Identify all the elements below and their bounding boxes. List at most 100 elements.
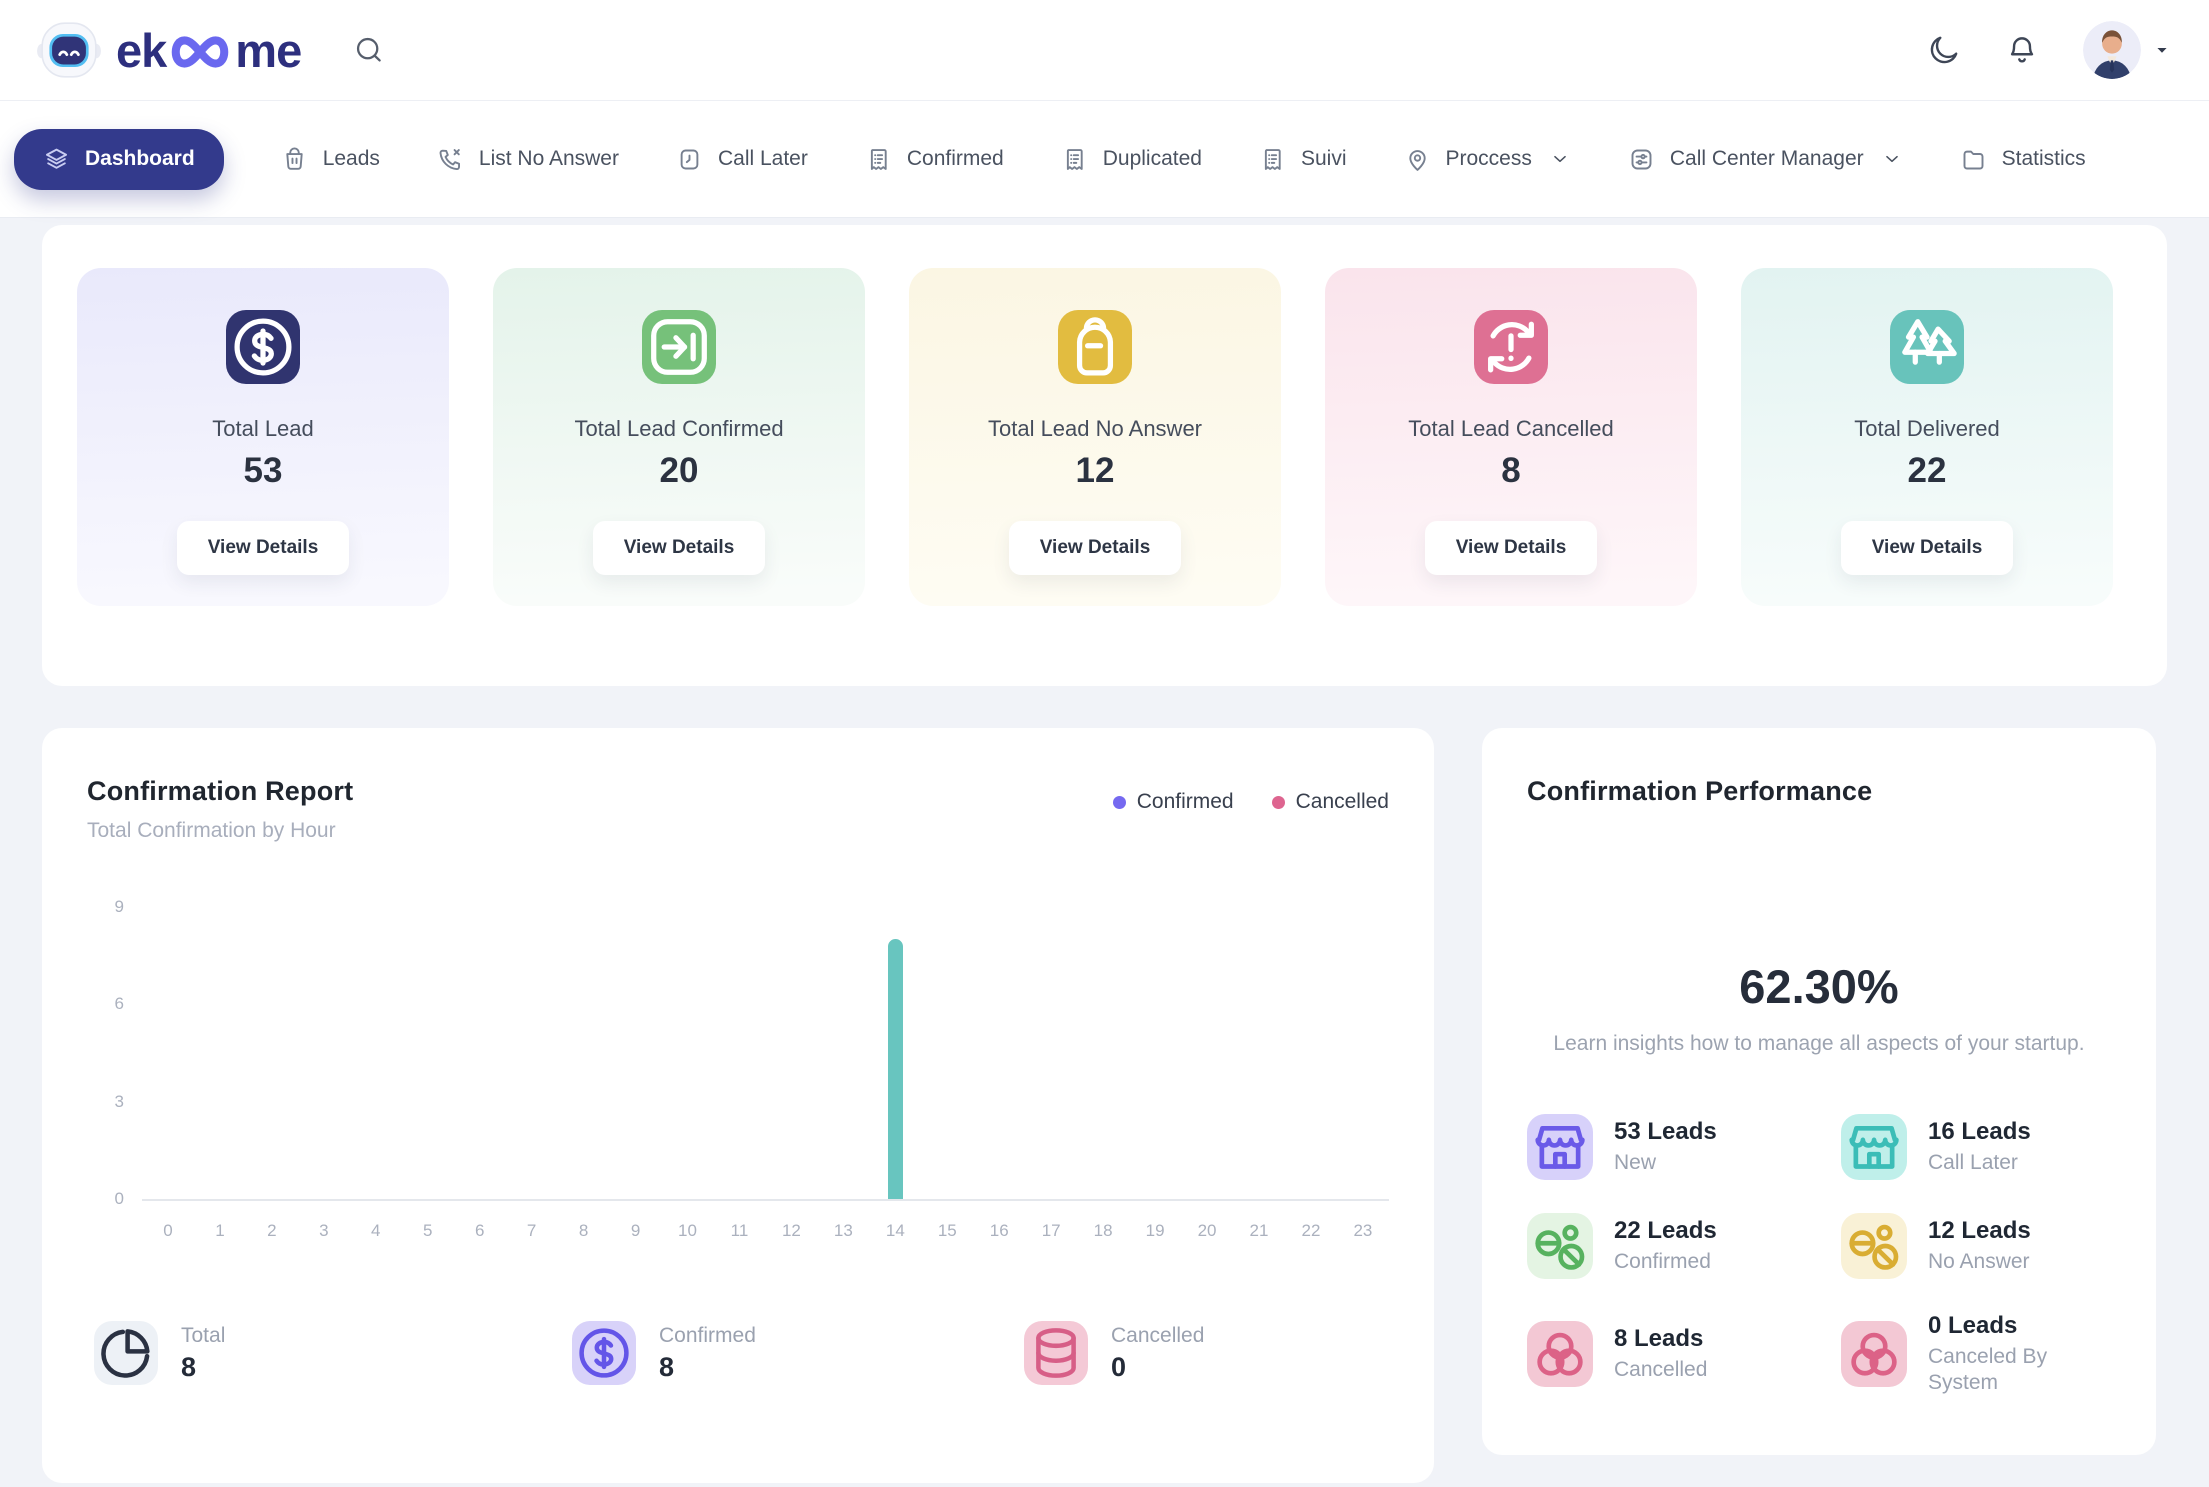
lead-status: Confirmed [1614,1249,1717,1275]
nav-item-label: Leads [323,147,380,171]
x-tick-label: 20 [1181,1221,1233,1241]
lead-count: 0 Leads [1928,1312,2078,1340]
performance-description: Learn insights how to manage all aspects… [1527,1032,2111,1056]
receipt-icon [865,146,892,173]
stat-card-value: 20 [493,451,865,491]
view-details-button[interactable]: View Details [1425,521,1598,575]
receipt-icon [1259,146,1286,173]
y-tick-label: 9 [115,897,124,917]
view-details-button[interactable]: View Details [593,521,766,575]
legend-dot-icon [1272,796,1285,809]
chart-slot [662,907,714,1199]
chart-slot [1233,907,1285,1199]
nav-item-statistics[interactable]: Statistics [1960,146,2086,173]
report-footer-stat-total: Total8 [94,1321,572,1385]
pills-icon [1527,1213,1593,1279]
legend-item-confirmed[interactable]: Confirmed [1113,790,1234,814]
search-icon [353,34,385,66]
lead-status: No Answer [1928,1249,2031,1275]
legend-label: Cancelled [1296,790,1389,814]
view-details-button[interactable]: View Details [1841,521,2014,575]
stat-card-title: Total Lead [77,416,449,442]
nav-item-dashboard[interactable]: Dashboard [14,129,224,190]
infinity-icon [163,30,237,74]
sliders-icon [1628,146,1655,173]
lead-count: 16 Leads [1928,1118,2031,1146]
lead-status: Cancelled [1614,1357,1707,1383]
chart-legend: Confirmed Cancelled [1113,790,1389,814]
lead-summary-item: 12 LeadsNo Answer [1841,1213,2111,1279]
lead-count: 22 Leads [1614,1217,1717,1245]
x-tick-label: 9 [610,1221,662,1241]
robot-logo-icon [36,17,102,83]
x-tick-label: 6 [454,1221,506,1241]
x-tick-label: 23 [1337,1221,1389,1241]
nav-item-label: Suivi [1301,147,1347,171]
notifications-button[interactable] [2005,33,2039,67]
view-details-button[interactable]: View Details [1009,521,1182,575]
stat-card-value: 8 [1325,451,1697,491]
sync-alert-icon [1474,310,1548,384]
stat-label: Confirmed [659,1324,756,1348]
chart-slot [1285,907,1337,1199]
chevron-down-icon [1549,148,1571,170]
stat-value: 8 [181,1352,225,1383]
nav-item-label: Proccess [1446,147,1532,171]
performance-title: Confirmation Performance [1527,776,2111,807]
chart-slot [1181,907,1233,1199]
nav-item-suivi[interactable]: Suivi [1259,146,1347,173]
view-details-button[interactable]: View Details [177,521,350,575]
nav-item-call-center-manager[interactable]: Call Center Manager [1628,146,1903,173]
y-tick-label: 0 [115,1189,124,1209]
pin-icon [1404,146,1431,173]
theme-toggle-button[interactable] [1927,33,1961,67]
chart-slot [454,907,506,1199]
chart-slot [402,907,454,1199]
backpack-icon [1058,310,1132,384]
nav-item-label: Statistics [2002,147,2086,171]
bell-icon [2005,33,2039,67]
stat-value: 0 [1111,1352,1204,1383]
nav-item-call-later[interactable]: Call Later [676,146,808,173]
x-tick-label: 2 [246,1221,298,1241]
clock-icon [676,146,703,173]
x-tick-label: 3 [298,1221,350,1241]
circles-icon [1527,1321,1593,1387]
x-tick-label: 5 [402,1221,454,1241]
nav-item-leads[interactable]: Leads [281,146,380,173]
brand-logo[interactable]: ekme [36,17,301,83]
search-button[interactable] [353,34,385,66]
x-tick-label: 16 [973,1221,1025,1241]
user-menu-button[interactable] [2083,21,2173,79]
dollar-circle-icon [226,310,300,384]
nav-item-proccess[interactable]: Proccess [1404,146,1571,173]
nav-item-duplicated[interactable]: Duplicated [1061,146,1202,173]
y-tick-label: 3 [115,1092,124,1112]
bar-chart: 0369 [87,907,1389,1201]
report-footer-stats: Total8 Confirmed 8 Cancelled 0 [87,1321,1389,1385]
x-tick-label: 22 [1285,1221,1337,1241]
nav-item-confirmed[interactable]: Confirmed [865,146,1004,173]
stat-card-title: Total Delivered [1741,416,2113,442]
chart-slot [1129,907,1181,1199]
main-content: Total Lead53View DetailsTotal Lead Confi… [0,225,2209,1483]
stat-card-title: Total Lead Cancelled [1325,416,1697,442]
nav-item-list-no-answer[interactable]: List No Answer [437,146,619,173]
legend-item-cancelled[interactable]: Cancelled [1272,790,1389,814]
chart-slot [246,907,298,1199]
chevron-down-icon [1881,148,1903,170]
chart-slot [506,907,558,1199]
pie-icon [94,1321,158,1385]
nav-item-label: Call Center Manager [1670,147,1864,171]
x-tick-label: 0 [142,1221,194,1241]
chart-slot [1025,907,1077,1199]
x-tick-label: 13 [817,1221,869,1241]
stat-card-title: Total Lead No Answer [909,416,1281,442]
lead-count: 8 Leads [1614,1325,1707,1353]
chart-x-axis: 01234567891011121314151617181920212223 [142,1221,1389,1241]
store-icon [1527,1114,1593,1180]
y-tick-label: 6 [115,994,124,1014]
stat-label: Cancelled [1111,1324,1204,1348]
x-tick-label: 11 [713,1221,765,1241]
legend-dot-icon [1113,796,1126,809]
